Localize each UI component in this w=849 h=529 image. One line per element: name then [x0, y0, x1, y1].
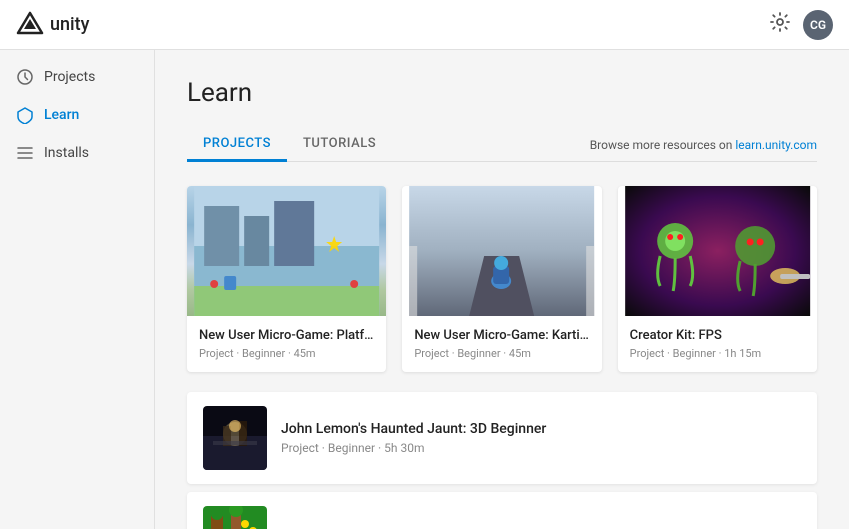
installs-icon [16, 144, 34, 162]
card-platformer[interactable]: New User Micro-Game: Platf... Project · … [187, 186, 386, 372]
browse-link: Browse more resources on learn.unity.com [590, 138, 817, 152]
projects-icon [16, 68, 34, 86]
logo-text: unity [50, 14, 89, 35]
unity-logo-icon [16, 11, 44, 39]
card-thumb-fps [618, 186, 817, 316]
list-thumb-john-lemon [203, 406, 267, 470]
list-title-john-lemon: John Lemon's Haunted Jaunt: 3D Beginner [281, 421, 801, 437]
topbar-right: CG [769, 10, 833, 40]
card-meta-fps: Project · Beginner · 1h 15m [630, 347, 805, 360]
cards-grid: New User Micro-Game: Platf... Project · … [187, 186, 817, 372]
thumb-platformer-img [187, 186, 386, 316]
tab-tutorials[interactable]: TUTORIALS [287, 128, 392, 162]
card-title-kart: New User Micro-Game: Karti... [414, 328, 589, 343]
sidebar: Projects Learn Installs [0, 50, 155, 529]
list-info-john-lemon: John Lemon's Haunted Jaunt: 3D Beginner … [281, 421, 801, 455]
avatar[interactable]: CG [803, 10, 833, 40]
card-fps[interactable]: Creator Kit: FPS Project · Beginner · 1h… [618, 186, 817, 372]
main-content: Learn PROJECTS TUTORIALS Browse more res… [155, 50, 849, 529]
card-thumb-kart [402, 186, 601, 316]
card-body-platformer: New User Micro-Game: Platf... Project · … [187, 316, 386, 372]
sidebar-item-learn-label: Learn [44, 107, 79, 123]
topbar-left: unity [16, 11, 89, 39]
page-title: Learn [187, 78, 817, 108]
topbar: unity CG [0, 0, 849, 50]
card-body-fps: Creator Kit: FPS Project · Beginner · 1h… [618, 316, 817, 372]
card-title-platformer: New User Micro-Game: Platf... [199, 328, 374, 343]
unity-logo: unity [16, 11, 89, 39]
list-meta-john-lemon: Project · Beginner · 5h 30m [281, 441, 801, 455]
sidebar-item-projects[interactable]: Projects [0, 58, 154, 96]
list-thumb-ruby [203, 506, 267, 529]
sidebar-item-installs[interactable]: Installs [0, 134, 154, 172]
settings-icon[interactable] [769, 11, 791, 38]
list-item-john-lemon[interactable]: John Lemon's Haunted Jaunt: 3D Beginner … [187, 392, 817, 484]
learn-unity-link[interactable]: learn.unity.com [735, 138, 817, 152]
card-thumb-platformer [187, 186, 386, 316]
layout: Projects Learn Installs Learn [0, 50, 849, 529]
card-kart[interactable]: New User Micro-Game: Karti... Project · … [402, 186, 601, 372]
card-meta-kart: Project · Beginner · 45m [414, 347, 589, 360]
sidebar-item-projects-label: Projects [44, 69, 95, 85]
learn-icon [16, 106, 34, 124]
tab-projects[interactable]: PROJECTS [187, 128, 287, 162]
tabs-row: PROJECTS TUTORIALS Browse more resources… [187, 128, 817, 162]
sidebar-item-installs-label: Installs [44, 145, 89, 161]
card-meta-platformer: Project · Beginner · 45m [199, 347, 374, 360]
tabs: PROJECTS TUTORIALS [187, 128, 392, 161]
card-body-kart: New User Micro-Game: Karti... Project · … [402, 316, 601, 372]
card-title-fps: Creator Kit: FPS [630, 328, 805, 343]
sidebar-item-learn[interactable]: Learn [0, 96, 154, 134]
list-item-ruby[interactable]: Ruby's Adventure: 2D Beginner ✓ DOWNLOAD… [187, 492, 817, 529]
